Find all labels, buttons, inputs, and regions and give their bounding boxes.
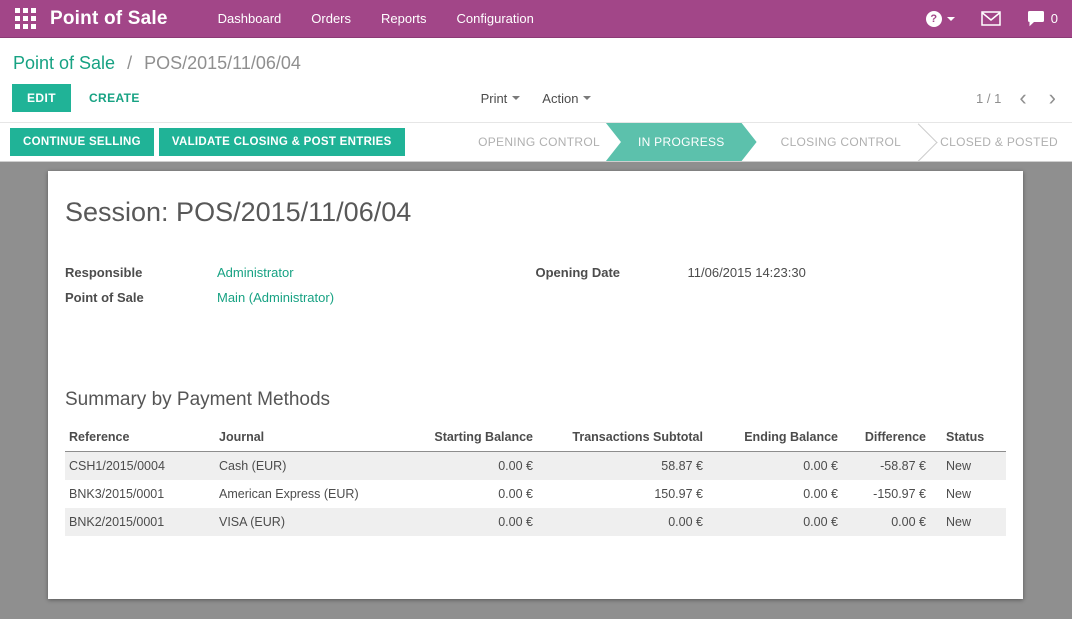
cell-transactions-subtotal: 150.97 € — [654, 487, 703, 501]
responsible-label: Responsible — [65, 265, 143, 280]
table-header-row: Reference Journal Starting Balance Trans… — [65, 423, 1006, 452]
edit-button[interactable]: EDIT — [12, 84, 71, 112]
breadcrumb-parent-link[interactable]: Point of Sale — [13, 53, 115, 73]
payment-methods-table: Reference Journal Starting Balance Trans… — [65, 423, 1006, 536]
validate-closing-button[interactable]: VALIDATE CLOSING & POST ENTRIES — [158, 128, 405, 156]
session-title: Session: POS/2015/11/06/04 — [65, 197, 412, 227]
cell-journal: American Express (EUR) — [219, 487, 359, 501]
speech-bubble-icon — [1027, 11, 1044, 27]
cell-status: New — [946, 459, 972, 473]
create-button[interactable]: CREATE — [89, 91, 140, 105]
col-transactions-subtotal: Transactions Subtotal — [537, 423, 707, 452]
opening-date-value: 11/06/2015 14:23:30 — [687, 265, 806, 280]
top-menu: Dashboard Orders Reports Configuration — [218, 11, 534, 26]
messages-icon[interactable] — [981, 11, 1001, 26]
responsible-value-link[interactable]: Administrator — [217, 265, 294, 280]
action-menu[interactable]: Action — [542, 90, 592, 106]
cell-difference: -58.87 € — [880, 459, 926, 473]
table-row[interactable]: CSH1/2015/0004 Cash (EUR) 0.00 € 58.87 €… — [65, 451, 1006, 480]
chevron-down-icon — [946, 16, 955, 21]
form-sheet: Session: POS/2015/11/06/04 Responsible A… — [48, 171, 1023, 599]
cell-ending-balance: 0.00 € — [803, 515, 838, 529]
breadcrumb: Point of Sale / POS/2015/11/06/04 — [0, 38, 1072, 78]
summary-section-title: Summary by Payment Methods — [65, 389, 331, 410]
grid-icon — [14, 8, 36, 29]
chat-counter[interactable]: 0 — [1027, 10, 1058, 27]
breadcrumb-current: POS/2015/11/06/04 — [144, 53, 301, 73]
top-navbar: Point of Sale Dashboard Orders Reports C… — [0, 0, 1072, 38]
cell-transactions-subtotal: 58.87 € — [661, 459, 703, 473]
cell-reference: CSH1/2015/0004 — [69, 459, 165, 473]
chat-count: 0 — [1050, 11, 1058, 26]
pager-next-button[interactable]: › — [1045, 87, 1060, 109]
cell-status: New — [946, 487, 972, 501]
chevron-down-icon — [583, 96, 592, 100]
cell-starting-balance: 0.00 € — [498, 459, 533, 473]
apps-menu-icon[interactable] — [14, 8, 36, 30]
cell-ending-balance: 0.00 € — [803, 459, 838, 473]
menu-configuration[interactable]: Configuration — [457, 11, 534, 26]
menu-reports[interactable]: Reports — [381, 11, 427, 26]
statusbar-steps: OPENING CONTROL IN PROGRESS CLOSING CONT… — [454, 122, 1072, 162]
cell-reference: BNK3/2015/0001 — [69, 487, 165, 501]
help-icon: ? — [925, 10, 942, 27]
app-title: Point of Sale — [50, 7, 168, 29]
cell-ending-balance: 0.00 € — [803, 487, 838, 501]
breadcrumb-separator: / — [127, 53, 133, 73]
menu-dashboard[interactable]: Dashboard — [218, 11, 282, 26]
step-opening-control[interactable]: OPENING CONTROL — [454, 123, 624, 161]
odoo-window: Point of Sale Dashboard Orders Reports C… — [0, 0, 1072, 619]
cell-reference: BNK2/2015/0001 — [69, 515, 165, 529]
chevron-down-icon — [512, 96, 521, 100]
pager-value: 1 / 1 — [976, 90, 1002, 106]
cell-difference: -150.97 € — [873, 487, 926, 501]
point-of-sale-value-link[interactable]: Main (Administrator) — [217, 290, 334, 305]
action-menu-label: Action — [542, 90, 579, 106]
cell-journal: Cash (EUR) — [219, 459, 287, 473]
cell-status: New — [946, 515, 972, 529]
cell-difference: 0.00 € — [891, 515, 926, 529]
cell-transactions-subtotal: 0.00 € — [668, 515, 703, 529]
print-menu-label: Print — [480, 90, 508, 106]
content-background: Session: POS/2015/11/06/04 Responsible A… — [0, 162, 1072, 619]
opening-date-label: Opening Date — [535, 265, 621, 280]
continue-selling-button[interactable]: CONTINUE SELLING — [10, 128, 154, 156]
statusbar: CONTINUE SELLING VALIDATE CLOSING & POST… — [0, 122, 1072, 162]
col-difference: Difference — [842, 423, 930, 452]
field-group: Responsible Administrator Point of Sale … — [65, 265, 1006, 315]
cell-starting-balance: 0.00 € — [498, 487, 533, 501]
cell-journal: VISA (EUR) — [219, 515, 285, 529]
col-ending-balance: Ending Balance — [707, 423, 842, 452]
step-in-progress[interactable]: IN PROGRESS — [606, 123, 757, 161]
cell-starting-balance: 0.00 € — [498, 515, 533, 529]
pager-previous-button[interactable]: ‹ — [1015, 87, 1030, 109]
step-closed-posted[interactable]: CLOSED & POSTED — [916, 123, 1072, 161]
control-panel: EDIT CREATE Print Action 1 / 1 ‹ › — [0, 78, 1072, 122]
col-reference: Reference — [65, 423, 215, 452]
point-of-sale-label: Point of Sale — [65, 290, 144, 305]
print-menu[interactable]: Print — [481, 91, 521, 106]
table-row[interactable]: BNK2/2015/0001 VISA (EUR) 0.00 € 0.00 € … — [65, 508, 1006, 536]
help-menu[interactable]: ? — [925, 10, 955, 27]
col-journal: Journal — [215, 423, 425, 452]
col-status: Status — [930, 423, 1006, 452]
table-row[interactable]: BNK3/2015/0001 American Express (EUR) 0.… — [65, 480, 1006, 508]
col-starting-balance: Starting Balance — [425, 423, 537, 452]
menu-orders[interactable]: Orders — [311, 11, 351, 26]
